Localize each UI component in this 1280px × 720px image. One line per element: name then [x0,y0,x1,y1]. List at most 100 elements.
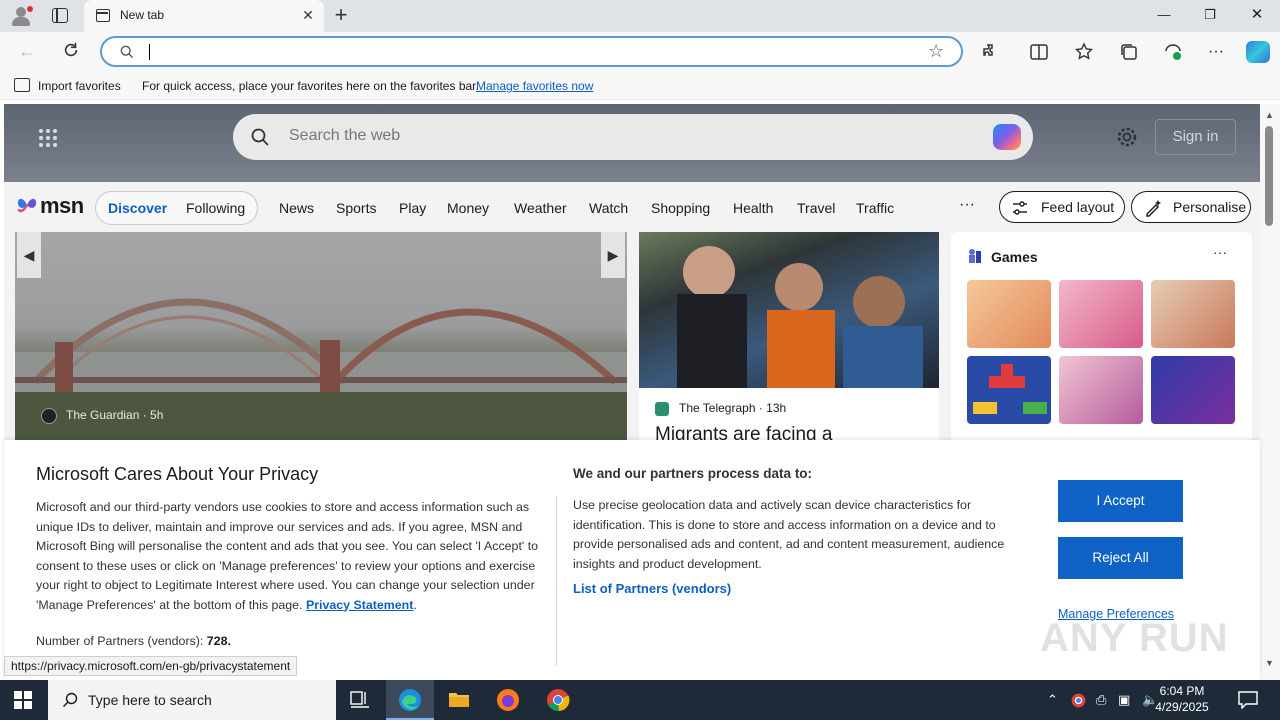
personalise-button[interactable]: Personalise [1131,191,1251,223]
nav-more-icon[interactable]: ··· [959,196,975,214]
favorites-bar: Import favorites For quick access, place… [0,72,1280,100]
scrollbar-thumb[interactable] [1265,126,1273,226]
sign-in-button[interactable]: Sign in [1155,119,1236,155]
edge-taskbar-icon[interactable] [386,680,434,720]
msn-navigation: msn Discover Following News Sports Play … [4,182,1260,232]
partners-list-link[interactable]: List of Partners (vendors) [573,581,731,596]
page-scrollbar[interactable]: ▲ ▼ [1260,104,1280,680]
game-tile[interactable] [967,356,1051,424]
article-image [639,232,939,388]
scroll-up-icon[interactable]: ▲ [1265,110,1274,120]
article-source: The Telegraph · 13h [679,401,787,415]
hero-prev-button[interactable]: ◀ [17,232,41,278]
minimize-icon[interactable]: — [1155,6,1173,24]
browser-essentials-icon[interactable] [1163,42,1183,62]
nav-shopping[interactable]: Shopping [651,200,710,216]
game-tile[interactable] [1059,356,1143,424]
taskbar-search-box[interactable]: Type here to search [48,680,336,720]
game-tile[interactable] [1151,356,1235,424]
windows-taskbar: Type here to search ⌃ ⎙ ▣ 🔈 6:04 PM 4/29… [0,680,1280,720]
task-view-icon[interactable] [336,680,384,720]
app-launcher-icon[interactable] [39,129,57,147]
new-tab-button[interactable]: + [331,4,351,26]
firefox-icon[interactable] [484,680,532,720]
partners-count-value: 728. [206,634,231,648]
game-tile[interactable] [967,280,1051,348]
notifications-icon[interactable] [1238,691,1258,709]
sliders-icon [1013,201,1027,215]
manage-favorites-link[interactable]: Manage favorites now [476,79,593,93]
scroll-down-icon[interactable]: ▼ [1265,658,1274,668]
back-button[interactable]: ← [18,42,36,60]
favorites-icon[interactable] [1074,42,1094,62]
nav-weather[interactable]: Weather [514,200,567,216]
clock-time: 6:04 PM [1159,684,1205,698]
privacy-body-text: Microsoft and our third-party vendors us… [36,500,539,612]
new-tab-page-icon [96,9,110,22]
nav-traffic[interactable]: Traffic [856,200,894,216]
address-bar[interactable]: ☆ [100,36,963,67]
divider [556,496,557,666]
profile-avatar-icon[interactable] [8,4,34,28]
tab-following[interactable]: Following [186,200,245,216]
clock-date: 4/29/2025 [1155,700,1209,714]
split-screen-icon[interactable] [1029,42,1049,62]
hero-article-card[interactable]: The Guardian · 5h [15,232,627,442]
tab-actions-icon[interactable] [52,8,68,23]
import-favorites-button[interactable]: Import favorites [38,79,121,93]
nav-play[interactable]: Play [399,200,426,216]
text-caret [149,44,150,60]
nav-sports[interactable]: Sports [336,200,376,216]
feed-layout-button[interactable]: Feed layout [999,191,1125,223]
import-favorites-icon [14,78,30,92]
guardian-source-icon [41,408,57,424]
tab-new-tab[interactable]: New tab ✕ [84,0,324,32]
web-search-box[interactable]: Search the web [233,114,1033,160]
favorite-star-icon[interactable]: ☆ [928,42,944,60]
browser-toolbar: ← ☆ ··· [0,32,1280,72]
game-tile[interactable] [1059,280,1143,348]
personalise-label: Personalise [1173,199,1247,215]
games-more-icon[interactable]: ··· [1213,244,1227,260]
refresh-icon[interactable] [62,41,80,59]
windows-start-icon[interactable] [14,691,32,709]
reject-all-button[interactable]: Reject All [1058,537,1183,579]
collections-icon[interactable] [1119,42,1139,62]
accept-button[interactable]: I Accept [1058,480,1183,522]
nav-health[interactable]: Health [733,200,773,216]
partners-count-line: Number of Partners (vendors): 728. [36,634,231,648]
close-tab-icon[interactable]: ✕ [301,8,315,22]
games-widget: Games ··· [951,232,1252,442]
sparkle-pen-icon [1146,200,1161,217]
taskbar-search-placeholder: Type here to search [88,692,212,708]
title-bar: New tab ✕ + — ❐ ✕ [0,0,1280,32]
chrome-tray-icon[interactable] [1071,693,1086,708]
restore-icon[interactable]: ❐ [1201,6,1219,24]
nav-news[interactable]: News [279,200,314,216]
tab-discover[interactable]: Discover [108,200,167,216]
game-tile[interactable] [1151,280,1235,348]
privacy-statement-link[interactable]: Privacy Statement [306,598,413,612]
network-icon[interactable]: ▣ [1118,692,1130,708]
msn-wordmark: msn [40,193,84,218]
device-tray-icon[interactable]: ⎙ [1096,692,1106,708]
copilot-icon[interactable] [1246,41,1270,63]
show-hidden-icons[interactable]: ⌃ [1047,692,1058,708]
copilot-search-icon[interactable] [993,124,1021,150]
chrome-icon[interactable] [534,680,582,720]
gear-icon[interactable] [1116,126,1138,148]
article-card[interactable]: The Telegraph · 13h Migrants are facing … [639,232,939,445]
settings-more-icon[interactable]: ··· [1206,42,1226,62]
close-window-icon[interactable]: ✕ [1248,6,1266,24]
nav-watch[interactable]: Watch [589,200,628,216]
nav-money[interactable]: Money [447,200,489,216]
privacy-title: Microsoft Cares About Your Privacy [36,464,319,484]
system-clock[interactable]: 6:04 PM 4/29/2025 [1140,683,1224,715]
extensions-icon[interactable] [981,42,1001,62]
file-explorer-icon[interactable] [435,680,483,720]
hero-next-button[interactable]: ▶ [601,232,625,278]
msn-logo[interactable]: msn [16,191,84,221]
nav-travel[interactable]: Travel [797,200,835,216]
search-icon [63,692,78,707]
telegraph-source-icon [655,402,669,416]
